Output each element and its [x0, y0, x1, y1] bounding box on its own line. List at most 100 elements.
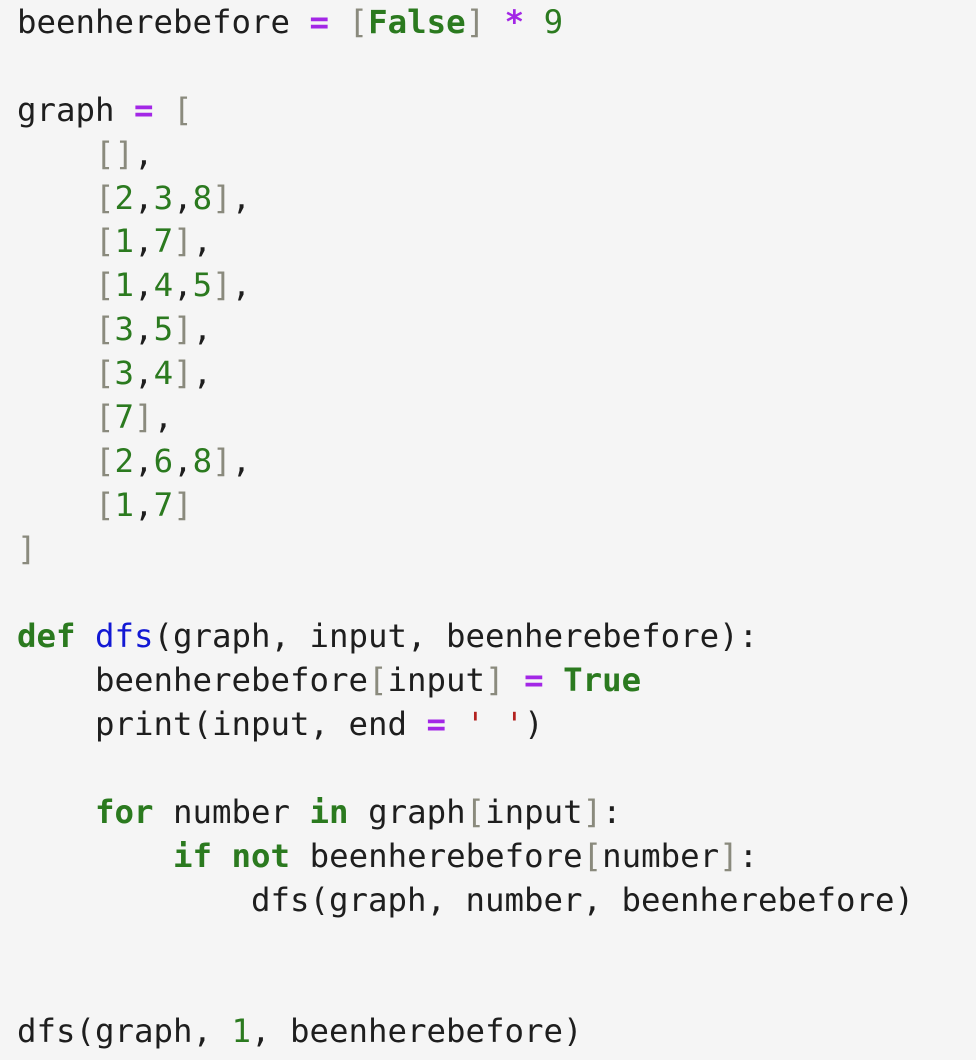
code-token: ]: [134, 398, 154, 437]
code-line: for number in graph[input]:: [17, 791, 976, 835]
code-token: *: [504, 3, 525, 41]
code-token: 7: [153, 485, 174, 524]
code-line: print(input, end = ' '): [17, 703, 976, 747]
code-token: , beenherebefore): [251, 1012, 583, 1051]
code-token: graph: [348, 793, 466, 832]
code-token: ,: [231, 178, 252, 217]
code-token: ]: [485, 661, 505, 700]
code-token: 7: [114, 398, 135, 437]
code-token: ]: [582, 793, 603, 832]
code-token: not: [231, 836, 291, 875]
code-token: ,: [134, 485, 154, 524]
code-token: ' ': [465, 705, 525, 744]
code-token: dfs: [95, 617, 154, 656]
code-token: ,: [134, 178, 154, 217]
code-token: ,: [134, 310, 154, 349]
code-line: [7],: [17, 396, 976, 440]
code-line: dfs(graph, number, beenherebefore): [17, 879, 976, 923]
code-token: 1: [231, 1012, 252, 1051]
code-token: beenherebefore: [17, 3, 310, 41]
code-token: [: [368, 661, 388, 700]
code-token: ]: [212, 178, 232, 217]
code-token: if: [173, 836, 213, 875]
code-token: ]: [465, 3, 486, 41]
code-token: =: [524, 661, 544, 700]
code-token: 1: [114, 266, 135, 305]
code-line: [1,7]: [17, 484, 976, 528]
code-token: :: [738, 836, 759, 875]
code-token: ,: [134, 354, 154, 393]
code-token: 4: [153, 266, 174, 305]
code-token: 1: [114, 222, 135, 261]
code-token: ]: [17, 529, 37, 568]
code-line: [],: [17, 133, 976, 177]
code-line: beenherebefore = [False] * 9: [17, 1, 976, 45]
code-line: def dfs(graph, input, beenherebefore):: [17, 615, 976, 659]
code-token: []: [95, 134, 135, 173]
code-token: 7: [153, 222, 174, 261]
code-token: 5: [192, 266, 213, 305]
code-line: [1,7],: [17, 220, 976, 264]
code-token: for: [95, 793, 154, 832]
code-token: graph: [17, 90, 135, 129]
code-token: print(input, end: [17, 705, 427, 744]
code-token: ,: [192, 310, 213, 349]
code-token: ,: [134, 266, 154, 305]
code-token: ,: [134, 441, 154, 480]
code-token: 4: [153, 354, 174, 393]
code-line: graph = [: [17, 89, 976, 133]
code-token: =: [309, 3, 330, 41]
code-token: 2: [114, 178, 135, 217]
code-token: [: [95, 354, 115, 393]
code-token: [: [95, 441, 115, 480]
code-token: ,: [231, 266, 252, 305]
code-token: ,: [173, 441, 193, 480]
code-editor[interactable]: beenherebefore = [False] * 9 graph = [ []…: [0, 0, 976, 1060]
code-token: def: [17, 617, 76, 656]
code-token: [: [95, 398, 115, 437]
code-line: dfs(graph, 1, beenherebefore): [17, 1010, 976, 1054]
code-token: :: [602, 793, 622, 832]
code-token: ): [524, 705, 544, 744]
code-token: number: [602, 836, 720, 875]
code-token: number: [153, 793, 310, 832]
code-token: [: [95, 222, 115, 261]
code-token: ,: [173, 178, 193, 217]
code-token: [: [95, 266, 115, 305]
code-token: ]: [173, 354, 193, 393]
code-token: 2: [114, 441, 135, 480]
code-line: ]: [17, 528, 976, 572]
code-token: beenherebefore: [290, 836, 583, 875]
code-token: [: [173, 90, 193, 129]
code-token: 8: [192, 178, 213, 217]
code-token: ,: [192, 354, 213, 393]
code-token: ,: [134, 134, 154, 173]
code-token: False: [368, 3, 466, 41]
code-token: ]: [173, 222, 193, 261]
code-token: in: [309, 793, 349, 832]
code-token: ]: [212, 441, 232, 480]
code-token: 5: [153, 310, 174, 349]
code-token: ,: [134, 222, 154, 261]
code-token: ,: [153, 398, 174, 437]
